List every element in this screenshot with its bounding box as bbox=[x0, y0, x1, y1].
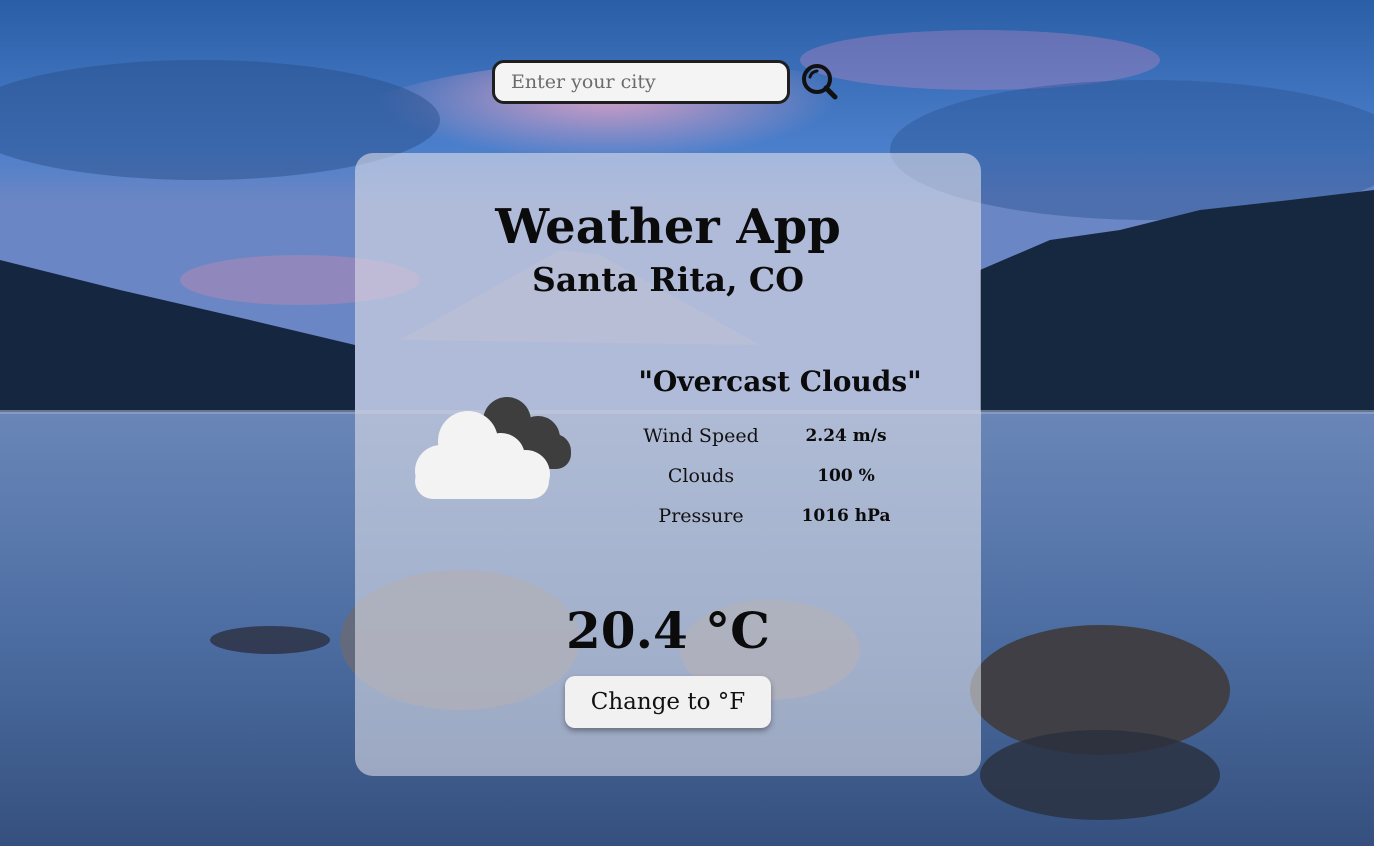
stat-row-wind-speed: Wind Speed 2.24 m/s bbox=[635, 416, 925, 456]
stat-value: 100 % bbox=[817, 466, 875, 486]
stat-value: 1016 hPa bbox=[801, 506, 891, 526]
stat-label: Clouds bbox=[667, 465, 735, 487]
weather-description: "Overcast Clouds" bbox=[638, 365, 922, 398]
temperature-value: 20.4 °C bbox=[566, 601, 770, 660]
change-unit-button[interactable]: Change to °F bbox=[565, 676, 771, 728]
search-bar bbox=[492, 60, 852, 106]
app-title: Weather App bbox=[495, 199, 841, 255]
stat-row-clouds: Clouds 100 % bbox=[635, 456, 925, 496]
search-button[interactable] bbox=[800, 62, 842, 102]
overcast-clouds-icon bbox=[415, 397, 571, 499]
stat-row-pressure: Pressure 1016 hPa bbox=[635, 496, 925, 536]
magnifier-icon bbox=[802, 64, 838, 100]
location-name: Santa Rita, CO bbox=[532, 260, 804, 299]
stat-label: Wind Speed bbox=[643, 425, 759, 447]
weather-card: Weather App Santa Rita, CO "Overcast Clo… bbox=[355, 153, 981, 776]
stat-label: Pressure bbox=[658, 505, 744, 527]
weather-stats: Wind Speed 2.24 m/s Clouds 100 % Pressur… bbox=[635, 416, 925, 536]
stat-value: 2.24 m/s bbox=[805, 426, 887, 446]
city-search-input[interactable] bbox=[492, 60, 790, 104]
